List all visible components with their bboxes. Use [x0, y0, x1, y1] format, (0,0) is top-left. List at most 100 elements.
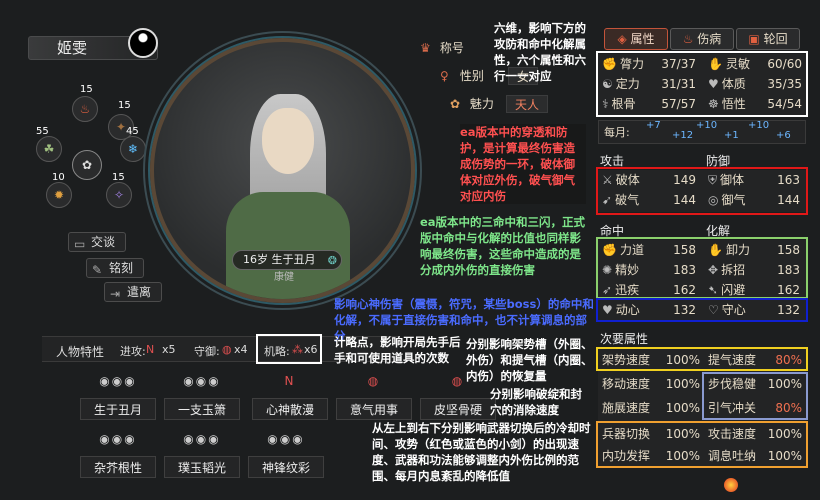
charm-value: 天人 [506, 95, 549, 113]
stat-value: 144 [777, 193, 800, 207]
stat-label: 移动速度 [602, 377, 651, 391]
stat-label: ◎ 御气 [708, 193, 746, 207]
stat-label: ✺ 精妙 [602, 263, 640, 277]
wheel-center: ✿ [72, 150, 102, 180]
stat-value: 158 [777, 243, 800, 257]
wheel-value: 55 [36, 126, 49, 137]
trait-icons: ◉◉◉ [183, 374, 221, 388]
tab-injuries[interactable]: ♨ 伤病 [670, 28, 734, 50]
stat-label: ➷ 闪避 [708, 283, 746, 297]
stat-label: ♥ 动心 [602, 303, 640, 317]
guard-qi-icon: ◎ [708, 193, 719, 207]
stat-label: ⚕ 根骨 [602, 97, 636, 111]
tab-attributes[interactable]: ◈ 属性 [604, 28, 668, 50]
stat-label: ☸ 悟性 [708, 97, 746, 111]
stat-value: 100% [665, 401, 700, 415]
swift-icon: ➶ [602, 283, 613, 297]
heart-move-icon: ♥ [602, 303, 613, 317]
stat-label: 施展速度 [602, 401, 651, 415]
stat-value: 80% [775, 401, 802, 415]
strength-icon: ✊ [602, 57, 617, 71]
annotation-vital: 分别影响破绽和封穴的消除速度 [490, 387, 582, 417]
resolve-head: 化解 [706, 224, 731, 238]
carve-label: 铭刻 [109, 261, 134, 275]
annotation-weapon: 从左上到右下分别影响武器切换后的冷却时间、攻势（红色或蓝色的小剑）的出现速度、武… [372, 421, 591, 483]
tab-label: 伤病 [697, 32, 722, 46]
stat-label: 架势速度 [602, 353, 651, 367]
trait-icons: ◍ [367, 374, 381, 388]
annotation-six-dims: 六维，影响下方的攻防和命中化解属性，六个属性和六行一一对应 [494, 21, 586, 83]
wheel-value: 15 [80, 84, 93, 95]
knot-icon: ✿ [81, 158, 93, 172]
dismiss-button[interactable]: ⇥ 遣离 [104, 282, 162, 302]
monthly-value: +12 [672, 130, 694, 141]
trait-card[interactable]: ◉◉◉ 一支玉箫 [164, 374, 240, 432]
guard-body-icon: ⛨ [708, 173, 718, 187]
defense-icon: ◍ [222, 343, 232, 356]
tab-reincarnation[interactable]: ▣ 轮回 [736, 28, 800, 50]
wood-icon: ✦ [115, 120, 127, 134]
strategy-count: x6 [304, 343, 318, 356]
stat-label: 兵器切换 [602, 427, 651, 441]
carve-button[interactable]: ✎ 铭刻 [86, 258, 144, 278]
stat-value: 100% [767, 449, 802, 463]
stat-label: 步伐稳健 [708, 377, 757, 391]
heart-guard-icon: ♡ [708, 303, 719, 317]
bone-icon: ⚕ [602, 97, 609, 111]
tab-label: 属性 [630, 32, 655, 46]
defense-head: 防御 [706, 154, 731, 168]
age-bar: 16岁 生于丑月 ❂ [232, 250, 342, 270]
stat-label: ✋ 灵敏 [708, 57, 750, 71]
stat-label: 引气冲关 [708, 401, 757, 415]
trait-icons: ◉◉◉ [183, 432, 221, 446]
taiji-icon [128, 28, 158, 58]
stat-label: 提气速度 [708, 353, 757, 367]
birth-sign-icon: ❂ [327, 254, 337, 267]
trait-card[interactable]: N 心神散漫 [252, 374, 328, 432]
stat-value: 100% [665, 353, 700, 367]
stat-label: ✥ 拆招 [708, 263, 746, 277]
trait-card[interactable]: ◉◉◉ 杂芥根性 [80, 432, 156, 490]
stat-value: 144 [673, 193, 696, 207]
insight-icon: ☸ [708, 97, 719, 111]
agility-icon: ✋ [708, 57, 723, 71]
tab-label: 轮回 [763, 32, 788, 46]
trait-icons: N [284, 374, 296, 388]
stat-value: 132 [673, 303, 696, 317]
stat-label: ➶ 迅疾 [602, 283, 640, 297]
stat-label: 攻击速度 [708, 427, 757, 441]
charm-label: 魅力 [469, 97, 494, 111]
charm-row: ✿ 魅力 [450, 94, 494, 114]
talk-label: 交谈 [91, 235, 116, 249]
trait-name: 杂芥根性 [80, 456, 156, 478]
trait-name: 皮坚骨硬 [420, 398, 496, 420]
flame-icon: ✹ [53, 188, 65, 202]
gender-row: ♀ 性别 [440, 66, 484, 86]
stat-value: 100% [665, 427, 700, 441]
secondary-head: 次要属性 [600, 332, 649, 346]
stat-value: 162 [673, 283, 696, 297]
stat-value: 31/31 [661, 77, 696, 91]
trait-name: 生于丑月 [80, 398, 156, 420]
gender-label: 性别 [459, 69, 484, 83]
wheel-node-wind: ☘ [36, 136, 62, 162]
spirit-icon: ✧ [113, 188, 125, 202]
wheel-node-earth: ✹ [46, 182, 72, 208]
trait-card[interactable]: ◉◉◉ 璞玉韬光 [164, 432, 240, 490]
monthly-value: +1 [724, 130, 739, 141]
wind-icon: ☘ [43, 142, 55, 156]
trait-card[interactable]: ◉◉◉ 神锋纹彩 [248, 432, 324, 490]
stat-label: ✋ 卸力 [708, 243, 750, 257]
wheel-node-water: ❄ [120, 136, 146, 162]
monthly-label: 每月: [604, 126, 630, 139]
stat-value: 57/57 [661, 97, 696, 111]
stat-value: 100% [767, 377, 802, 391]
monthly-value: +7 [646, 120, 661, 131]
stat-value: 37/37 [661, 57, 696, 71]
talk-button[interactable]: ▭ 交谈 [68, 232, 126, 252]
constitution-icon: ♥ [708, 77, 719, 91]
trait-card[interactable]: ◉◉◉ 生于丑月 [80, 374, 156, 432]
stat-label: ✊ 力道 [602, 243, 644, 257]
character-name: 姬雯 [57, 39, 88, 57]
stat-label: ⚔ 破体 [602, 173, 640, 187]
